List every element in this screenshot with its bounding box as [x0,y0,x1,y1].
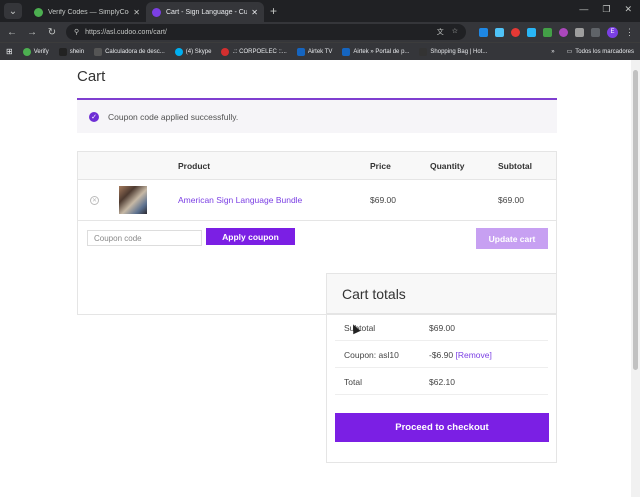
page-title: Cart [77,68,106,85]
tab-verify-codes[interactable]: Verify Codes — SimplyCodes ✕ [28,2,146,22]
proceed-to-checkout-button[interactable]: Proceed to checkout [335,413,549,442]
extension-icon[interactable] [559,27,568,37]
scrollbar-thumb[interactable] [633,70,638,370]
extension-icon[interactable] [479,27,488,37]
back-icon[interactable]: ← [6,27,18,38]
coupon-code-input[interactable]: Coupon code [87,230,202,246]
minimize-icon[interactable]: — [579,4,588,15]
corpoelec-favicon-icon [221,47,230,56]
menu-kebab-icon[interactable]: ⋮ [625,27,634,38]
more-bookmarks-icon[interactable]: » [551,49,554,55]
shein-favicon-icon [58,47,67,56]
puzzle-icon[interactable] [575,27,584,37]
bookmark-item[interactable]: Airtek » Portal de p... [342,47,410,56]
cart-totals: Cart totals Subtotal $69.00 Coupon: asl1… [326,273,557,463]
bookmark-label: shein [69,48,85,55]
bookmark-label: .:: CORPOELEC ::... [232,48,287,55]
bookmark-item[interactable]: Verify [22,47,49,56]
coupon-value: -$6.90 [Remove] [429,350,492,360]
extensions-area: E ⋮ [479,26,634,38]
remove-coupon-link[interactable]: [Remove] [455,350,491,360]
airtek-favicon-icon [342,47,351,56]
extension-icon[interactable] [511,27,520,37]
reload-icon[interactable]: ↻ [46,27,58,38]
bookmark-label: Todos los marcadores [575,48,634,55]
restore-icon[interactable]: ❐ [602,4,610,15]
cart-totals-title: Cart totals [327,274,556,314]
url-text: https://asl.cudoo.com/cart/ [85,28,167,36]
extension-icon[interactable] [527,27,536,37]
forward-icon[interactable]: → [26,27,38,38]
bookmark-label: Calculadora de desc... [105,48,165,55]
tab-search-icon[interactable]: ⌄ [4,3,22,19]
remove-item-icon[interactable]: ✕ [90,196,99,205]
table-header: Product Price Quantity Subtotal [78,152,556,180]
product-link[interactable]: American Sign Language Bundle [178,195,302,205]
new-tab-icon[interactable]: + [270,4,277,18]
tab-bar: ⌄ Verify Codes — SimplyCodes ✕ Cart - Si… [0,0,640,22]
subtotal-value: $69.00 [429,323,455,333]
close-window-icon[interactable]: ✕ [624,4,632,15]
site-info-icon[interactable]: ⚲ [74,28,79,36]
table-row: ✕ American Sign Language Bundle $69.00 $… [78,180,556,221]
cudoo-favicon-icon [152,7,161,17]
checkmark-icon: ✓ [89,111,99,122]
notice-text: Coupon code applied successfully. [108,111,239,122]
total-label: Total [344,377,362,387]
all-bookmarks-folder[interactable]: ▭ Todos los marcadores [566,48,634,56]
verify-favicon-icon [22,47,31,56]
product-subtotal: $69.00 [498,195,524,205]
bookmark-star-icon[interactable]: ☆ [452,27,458,37]
folder-icon: ▭ [566,49,573,55]
url-field[interactable]: ⚲ https://asl.cudoo.com/cart/ 文 ☆ [66,24,466,40]
product-price: $69.00 [370,195,396,205]
bookmark-label: Airtek TV [307,48,333,55]
airtek-favicon-icon [296,47,305,56]
success-notice: ✓ Coupon code applied successfully. [77,98,557,133]
hottopic-favicon-icon [419,47,428,56]
cart-actions: Coupon code Apply coupon Update cart [78,221,556,254]
subtotal-row: Subtotal $69.00 [335,314,548,341]
bookmark-item[interactable]: (4) Skype [174,47,212,56]
address-bar-row: ← → ↻ ⚲ https://asl.cudoo.com/cart/ 文 ☆ … [0,22,640,42]
skype-favicon-icon [174,47,183,56]
bookmark-item[interactable]: Calculadora de desc... [94,47,165,56]
close-tab-icon[interactable]: ✕ [251,8,258,17]
tab-cart[interactable]: Cart - Sign Language - Cudoo.c ✕ [146,2,264,22]
tab-label: Verify Codes — SimplyCodes [48,8,129,16]
side-panel-icon[interactable] [591,27,600,37]
bookmark-label: (4) Skype [185,48,212,55]
coupon-label: Coupon: asl10 [344,350,399,360]
bookmarks-bar: ⊞ Verify shein Calculadora de desc... (4… [0,42,640,60]
bookmark-label: Verify [33,48,49,55]
page-content: Cart ✓ Coupon code applied successfully.… [0,60,640,497]
header-quantity: Quantity [430,161,465,171]
bookmark-label: Airtek » Portal de p... [353,48,410,55]
extension-icon[interactable] [495,27,504,37]
translate-icon[interactable]: 文 [437,27,444,37]
window-controls: — ❐ ✕ [579,4,632,15]
tab-label: Cart - Sign Language - Cudoo.c [166,8,248,16]
close-tab-icon[interactable]: ✕ [133,8,140,17]
apps-grid-icon[interactable]: ⊞ [6,47,13,56]
apply-coupon-button[interactable]: Apply coupon [206,228,295,245]
extension-icon[interactable] [543,27,552,37]
calculator-favicon-icon [94,47,103,56]
bookmark-label: Shopping Bag | Hot... [430,48,488,55]
bookmark-item[interactable]: Shopping Bag | Hot... [419,47,488,56]
header-price: Price [370,161,391,171]
bookmark-item[interactable]: .:: CORPOELEC ::... [221,47,287,56]
product-thumbnail[interactable] [119,186,147,214]
update-cart-button[interactable]: Update cart [476,228,548,249]
total-value: $62.10 [429,377,455,387]
header-subtotal: Subtotal [498,161,532,171]
coupon-discount: -$6.90 [429,350,454,360]
coupon-row: Coupon: asl10 -$6.90 [Remove] [335,341,548,368]
header-product: Product [178,161,211,171]
total-row: Total $62.10 [335,368,548,395]
bookmark-item[interactable]: Airtek TV [296,47,333,56]
bookmark-item[interactable]: shein [58,47,85,56]
profile-avatar[interactable]: E [607,26,618,38]
simplycodes-favicon-icon [34,7,43,17]
